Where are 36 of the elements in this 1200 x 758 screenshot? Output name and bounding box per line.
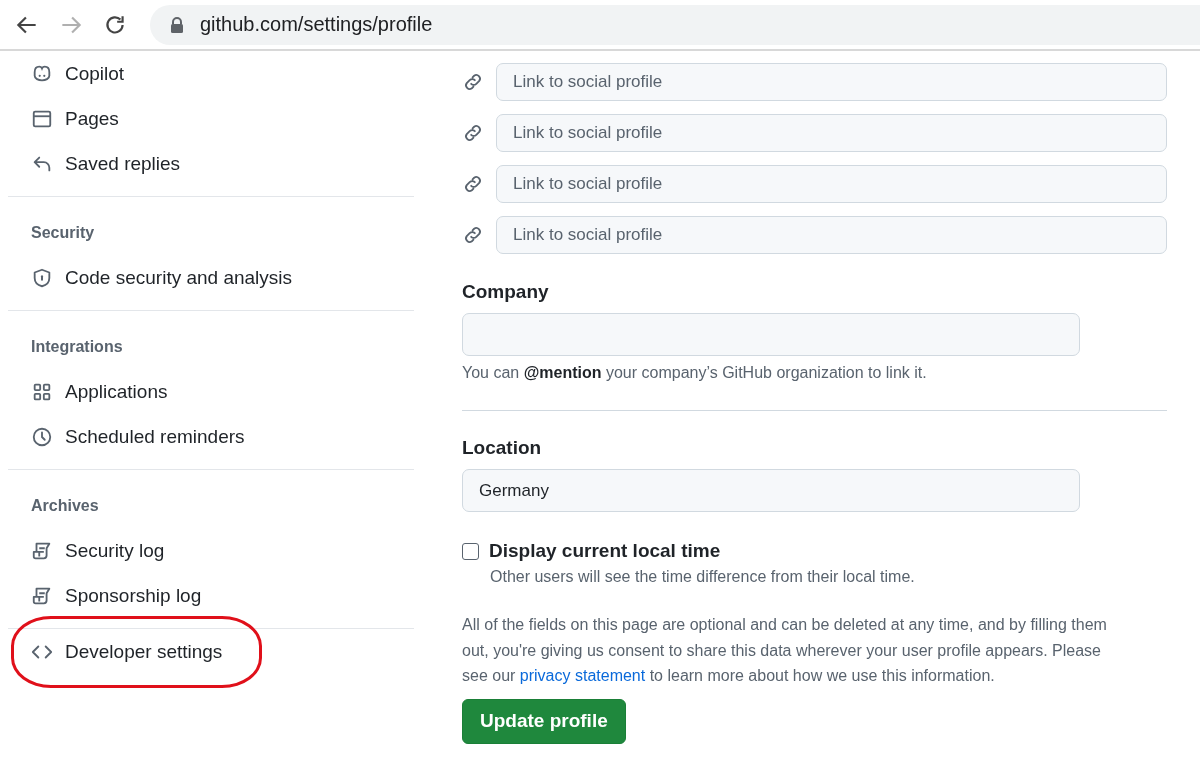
field-hint: Other users will see the time difference from their local time. [490,568,916,586]
sidebar-item[interactable]: Code security and analysis [8,255,414,300]
sidebar-item[interactable]: Developer settings [8,629,414,674]
social-link-field[interactable]: Link to social profile [496,114,1167,152]
link-icon [462,122,484,144]
link-icon [462,173,484,195]
sidebar-item[interactable]: Copilot [8,51,414,96]
privacy-notice: All of the fields on this page are optional and can be deleted at any time, and by filling them out, you're giving us consent to share this data wherever your user profile appears. Please see our privacy statement to learn more about how we use this information. [462,615,1108,686]
checkbox[interactable] [462,542,479,560]
social-link-field[interactable]: Link to social profile [496,165,1167,203]
location-field[interactable]: Germany [462,469,1080,512]
clock-icon [31,425,53,448]
field-hint: You can @mention your company’s GitHub organization to link it. [462,364,928,382]
url-text: github.com/settings/profile [200,13,433,36]
sidebar-item[interactable]: Saved replies [8,141,414,186]
privacy-link[interactable]: privacy statement [519,667,646,684]
sidebar-item[interactable]: Applications [8,369,414,414]
link-icon [462,224,484,246]
lock-icon [170,16,184,33]
field-label: Company [462,281,550,303]
checkbox-label: Display current local time [489,540,721,562]
sidebar-item[interactable]: Pages [8,96,414,141]
social-link-field[interactable]: Link to social profile [496,216,1167,254]
link-icon [462,71,484,93]
sidebar-item[interactable]: Security log [8,528,414,573]
sidebar-item[interactable]: Sponsorship log [8,573,414,618]
address-bar[interactable]: github.com/settings/profile [150,4,1200,45]
sidebar-heading: Archives [30,496,100,516]
sidebar-heading: Integrations [30,337,124,357]
sidebar-heading: Security [30,223,96,243]
sidebar-item[interactable]: Scheduled reminders [8,414,414,459]
social-link-field[interactable]: Link to social profile [496,63,1167,101]
field-label: Location [462,437,543,459]
shield-icon [31,266,53,289]
update-profile-button[interactable]: Update profile [462,698,626,744]
company-field[interactable] [462,313,1080,356]
